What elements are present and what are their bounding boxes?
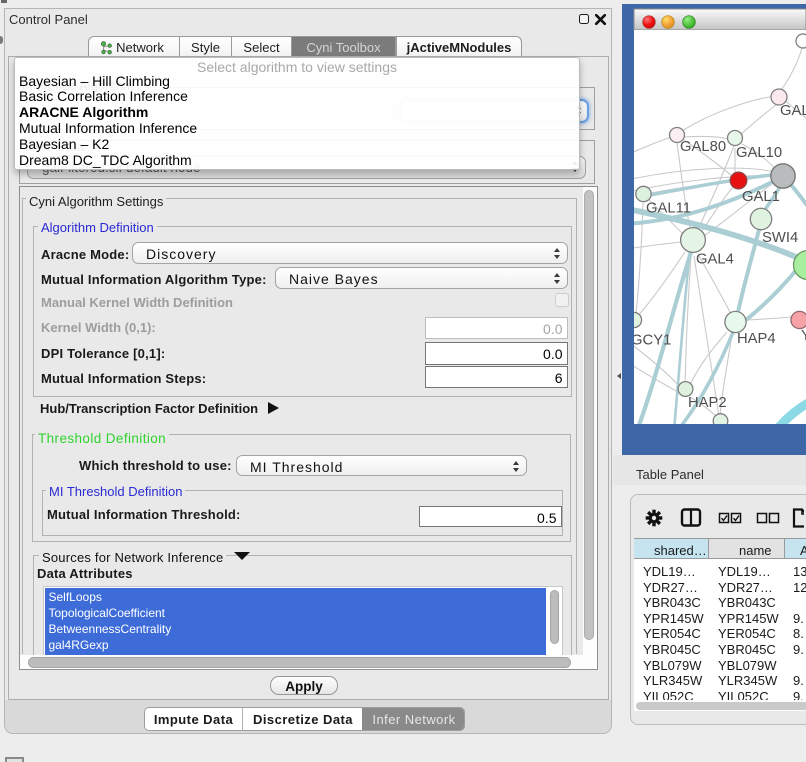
svg-text:YEL: YEL bbox=[801, 328, 806, 344]
svg-text:GAL4: GAL4 bbox=[696, 252, 734, 268]
svg-text:GAL1: GAL1 bbox=[742, 189, 780, 205]
svg-text:GAL11: GAL11 bbox=[646, 201, 691, 217]
svg-text:GAL7: GAL7 bbox=[780, 103, 806, 119]
svg-text:GAL80: GAL80 bbox=[680, 139, 726, 155]
svg-text:SWI4: SWI4 bbox=[762, 230, 798, 246]
svg-text:HAP2: HAP2 bbox=[688, 395, 727, 411]
svg-text:HAP4: HAP4 bbox=[737, 331, 776, 347]
svg-text:GAL10: GAL10 bbox=[736, 145, 782, 161]
svg-text:GCY1: GCY1 bbox=[631, 333, 671, 349]
